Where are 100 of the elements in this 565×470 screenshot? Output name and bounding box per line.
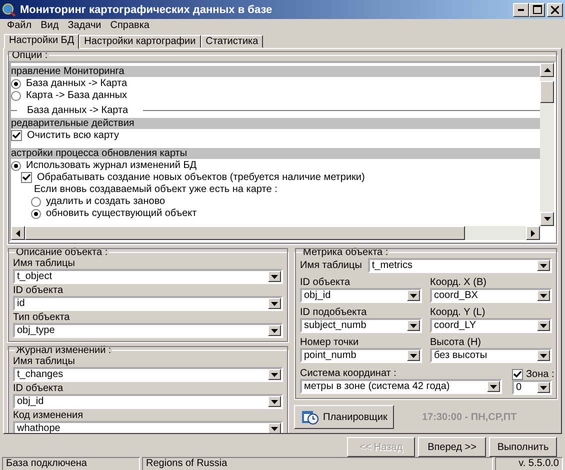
left-arrow-icon: [16, 230, 20, 236]
dropdown-field[interactable]: subject_numb: [300, 318, 422, 333]
minimize-button[interactable]: [513, 2, 529, 16]
status-text: База подключена: [2, 457, 140, 470]
vertical-scrollbar[interactable]: [540, 63, 554, 226]
menu-item[interactable]: Вид: [38, 20, 62, 32]
right-arrow-icon: [531, 230, 535, 236]
field-label: Код изменения: [13, 410, 84, 421]
option-label: обновить существующий объект: [46, 208, 197, 219]
down-arrow-icon: [540, 324, 547, 328]
nav-button[interactable]: Вперед >>: [418, 437, 486, 457]
option-label: База данных -> Карта: [26, 78, 128, 89]
section-header: правление Мониторинга: [11, 66, 540, 77]
dropdown-button[interactable]: [268, 298, 281, 309]
scroll-left-button[interactable]: [11, 226, 25, 240]
dropdown-field[interactable]: obj_type: [13, 323, 283, 338]
scroll-up-button[interactable]: [540, 63, 554, 77]
scrollbar-thumb[interactable]: [25, 226, 465, 240]
group-title: Описание объекта :: [15, 247, 109, 258]
status-text: v. 5.5.0.0: [495, 457, 563, 470]
maximize-button[interactable]: [529, 2, 545, 16]
option-label: удалить и создать заново: [46, 196, 166, 207]
scroll-down-button[interactable]: [540, 212, 554, 226]
dropdown-field[interactable]: coord_LY: [430, 318, 552, 333]
dropdown-button[interactable]: [268, 423, 281, 433]
dropdown-field[interactable]: метры в зоне (система 42 года): [300, 379, 502, 394]
window-title: Мониторинг картографических данных в базе: [20, 4, 272, 16]
dropdown-button[interactable]: [268, 396, 281, 407]
radio-button[interactable]: [11, 90, 21, 100]
dropdown-field[interactable]: obj_id: [13, 394, 283, 409]
scrollbar-thumb[interactable]: [540, 81, 554, 103]
down-arrow-icon: [544, 217, 550, 221]
minimize-icon: [518, 8, 524, 10]
down-arrow-icon: [271, 328, 278, 332]
tab[interactable]: Настройки БД: [4, 34, 80, 49]
section-header: астройки процесса обновления карты: [11, 148, 540, 159]
field-label: Номер точки: [300, 337, 360, 348]
option-label: Обрабатывать создание новых объектов (требуется наличие метрики): [37, 172, 365, 183]
tab[interactable]: Статистика: [200, 35, 264, 48]
dropdown-button[interactable]: [537, 290, 550, 301]
radio-button[interactable]: [31, 196, 41, 206]
dropdown-button[interactable]: [407, 290, 420, 301]
dropdown-button[interactable]: [487, 381, 500, 392]
dropdown-field[interactable]: point_numb: [300, 348, 422, 363]
dropdown-field[interactable]: id: [13, 296, 283, 311]
checkbox[interactable]: [512, 368, 523, 380]
down-arrow-icon: [410, 324, 417, 328]
dropdown-field[interactable]: 0: [512, 380, 552, 395]
field-label: Система координат :: [300, 368, 398, 379]
down-arrow-icon: [540, 264, 547, 268]
dropdown-button[interactable]: [407, 320, 420, 331]
maximize-icon: [532, 5, 542, 14]
radio-button[interactable]: [11, 160, 21, 170]
field-label: Имя таблицы: [13, 356, 76, 367]
radio-button[interactable]: [11, 78, 21, 88]
close-button[interactable]: [547, 2, 563, 16]
down-arrow-icon: [271, 400, 278, 404]
down-arrow-icon: [490, 384, 497, 388]
field-label: ID объекта: [13, 383, 64, 394]
field-label: Зона :: [526, 368, 554, 380]
dropdown-button[interactable]: [268, 325, 281, 336]
section-header: редварительные действия: [11, 118, 540, 129]
dropdown-field[interactable]: t_changes: [13, 367, 283, 382]
status-text: Regions of Russia: [142, 457, 493, 470]
horizontal-scrollbar[interactable]: [11, 226, 540, 240]
tab[interactable]: Настройки картографии: [79, 35, 201, 48]
dropdown-button[interactable]: [268, 271, 281, 282]
scroll-right-button[interactable]: [526, 226, 540, 240]
dropdown-button[interactable]: [537, 320, 550, 331]
dropdown-field[interactable]: t_metrics: [368, 258, 552, 273]
dropdown-field[interactable]: obj_id: [300, 288, 422, 303]
group-title: Метрика объекта :: [302, 247, 390, 258]
dropdown-button[interactable]: [537, 382, 550, 393]
menu-item[interactable]: Файл: [4, 20, 35, 32]
dropdown-field[interactable]: whathope: [13, 421, 283, 433]
dropdown-button[interactable]: [537, 350, 550, 361]
dropdown-button[interactable]: [407, 350, 420, 361]
checkbox[interactable]: [11, 130, 22, 141]
dropdown-button[interactable]: [268, 369, 281, 380]
dropdown-field[interactable]: coord_BX: [430, 288, 552, 303]
field-label: ID объекта: [13, 285, 64, 296]
dropdown-field[interactable]: без высоты: [430, 348, 552, 363]
option-label: Карта -> База данных: [26, 90, 128, 101]
field-label: Тип объекта: [13, 312, 71, 323]
down-arrow-icon: [540, 354, 547, 358]
down-arrow-icon: [271, 274, 278, 278]
down-arrow-icon: [540, 386, 547, 390]
radio-button[interactable]: [31, 208, 41, 218]
scheduler-button[interactable]: Планировщик: [294, 405, 394, 429]
field-label: Имя таблицы: [13, 258, 76, 269]
group-title: Журнал изменений :: [15, 345, 112, 356]
dropdown-button[interactable]: [537, 260, 550, 271]
field-label: ID подобъекта: [300, 307, 368, 318]
nav-button[interactable]: Выполнить: [489, 437, 557, 457]
menu-item[interactable]: Задачи: [64, 20, 104, 32]
dropdown-field[interactable]: t_object: [13, 269, 283, 284]
field-label: ID объекта: [300, 277, 352, 288]
checkbox[interactable]: [21, 172, 32, 183]
menu-item[interactable]: Справка: [107, 20, 152, 32]
down-arrow-icon: [271, 372, 278, 376]
